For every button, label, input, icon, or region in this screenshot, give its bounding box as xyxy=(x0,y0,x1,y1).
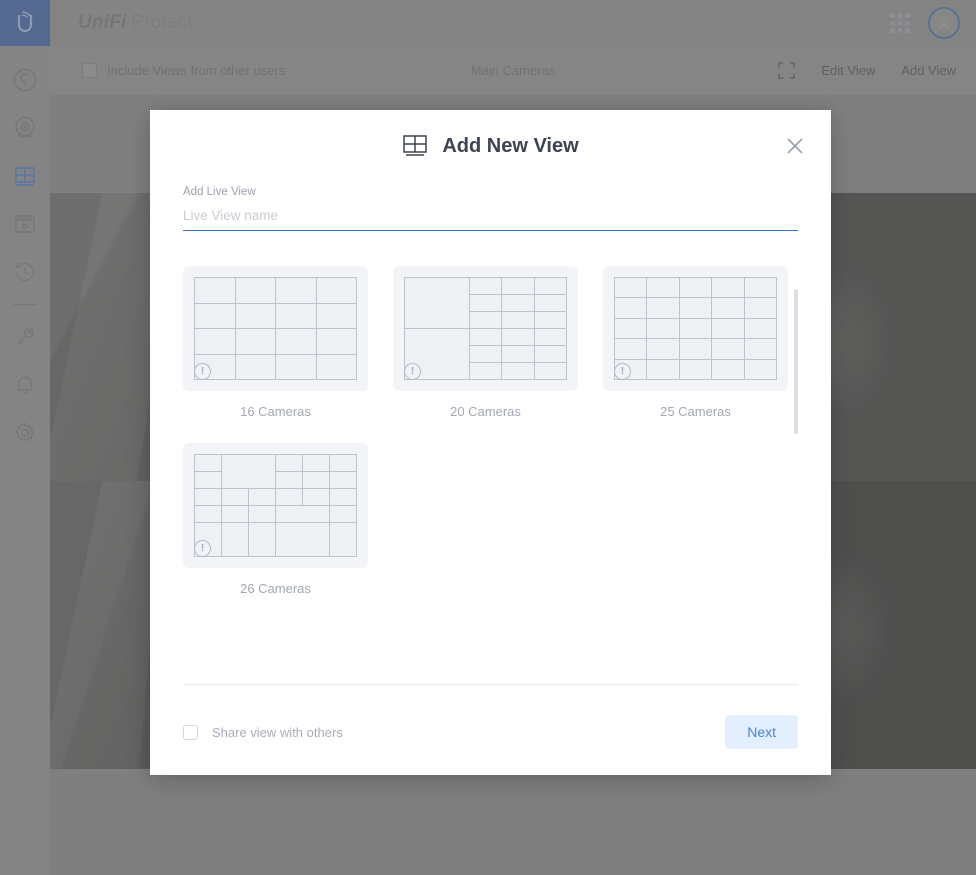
layout-info-icon[interactable]: ! xyxy=(404,363,421,380)
dialog-title: Add New View xyxy=(442,134,579,157)
layout-info-icon[interactable]: ! xyxy=(194,540,211,557)
layout-row: ! 16 Cameras ! 20 Cameras ! 25 Cameras xyxy=(183,266,798,419)
layout-placeholder xyxy=(603,443,788,596)
layout-placeholder xyxy=(393,443,578,596)
layout-thumbnail[interactable]: ! xyxy=(183,266,368,391)
scrollbar-thumb[interactable] xyxy=(794,289,798,434)
scrollbar-track[interactable] xyxy=(794,267,798,602)
next-button[interactable]: Next xyxy=(725,715,798,749)
layout-info-icon[interactable]: ! xyxy=(614,363,631,380)
layout-label: 26 Cameras xyxy=(240,581,311,596)
fullscreen-expand-icon[interactable] xyxy=(778,62,796,79)
layout-options-list: ! 12 Cameras xyxy=(183,247,798,620)
dialog-footer: Share view with others Next xyxy=(150,684,831,775)
layout-label: 16 Cameras xyxy=(240,404,311,419)
layout-thumbnail[interactable]: ! xyxy=(603,266,788,391)
layout-info-icon[interactable]: ! xyxy=(194,363,211,380)
edit-view-button[interactable]: Edit View xyxy=(821,63,875,78)
dialog-header: Add New View xyxy=(150,110,831,182)
grid-layout-icon xyxy=(403,135,428,156)
view-toolbar-actions: Edit View Add View xyxy=(778,62,976,79)
layout-options-scroll-area[interactable]: ! 12 Cameras xyxy=(183,247,798,684)
layout-label: 20 Cameras xyxy=(450,404,521,419)
add-view-button[interactable]: Add View xyxy=(901,63,956,78)
layout-thumbnail[interactable]: ! xyxy=(183,443,368,568)
app-root: UniFi Protect xyxy=(0,0,976,875)
footer-divider xyxy=(183,684,798,685)
add-new-view-dialog: Add New View Add Live View Live View nam… xyxy=(150,110,831,775)
layout-grid-preview xyxy=(194,277,357,380)
share-view-checkbox[interactable] xyxy=(183,724,198,740)
layout-row: ! 26 Cameras xyxy=(183,443,798,596)
close-x-icon[interactable] xyxy=(783,134,807,158)
layout-option-25[interactable]: ! 25 Cameras xyxy=(603,266,788,419)
layout-label: 25 Cameras xyxy=(660,404,731,419)
live-view-name-input[interactable] xyxy=(183,205,798,231)
layout-option-20[interactable]: ! 20 Cameras xyxy=(393,266,578,419)
layout-grid-preview xyxy=(614,277,777,380)
layout-grid-preview xyxy=(404,277,567,380)
live-view-name-label: Add Live View xyxy=(183,186,256,198)
layout-grid-preview xyxy=(194,454,357,557)
share-view-label: Share view with others xyxy=(212,724,343,740)
dialog-body: Add Live View ! xyxy=(150,182,831,684)
layout-option-16[interactable]: ! 16 Cameras xyxy=(183,266,368,419)
layout-option-26[interactable]: ! 26 Cameras xyxy=(183,443,368,596)
layout-thumbnail[interactable]: ! xyxy=(393,266,578,391)
